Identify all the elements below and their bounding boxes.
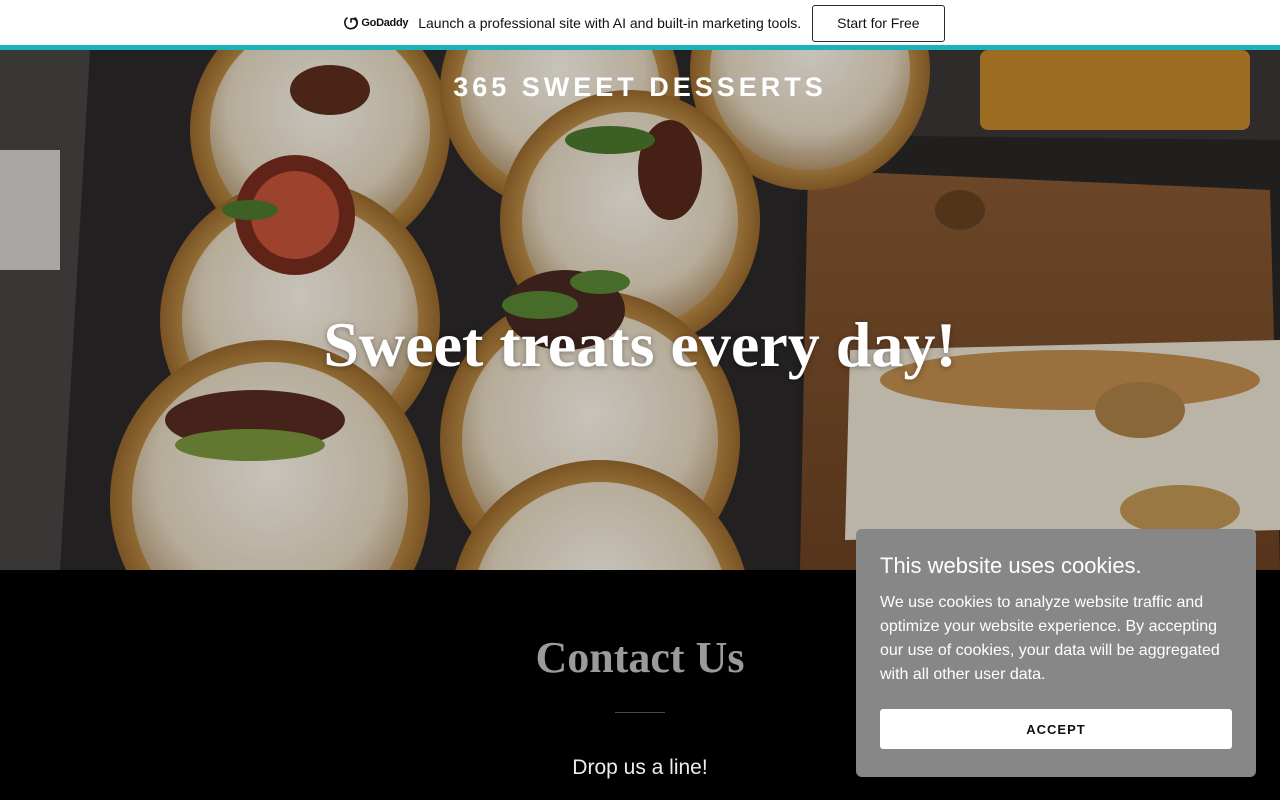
godaddy-logo[interactable]: GoDaddy [343,15,409,31]
contact-divider [615,712,665,713]
site-title[interactable]: 365 SWEET DESSERTS [0,72,1280,103]
godaddy-icon [344,17,359,30]
accept-cookies-button[interactable]: ACCEPT [880,709,1232,749]
start-for-free-button[interactable]: Start for Free [812,4,945,42]
godaddy-wordmark: GoDaddy [361,17,409,29]
cookie-banner-title: This website uses cookies. [880,553,1142,578]
promo-bar: GoDaddy Launch a professional site with … [0,0,1280,46]
hero-section: 365 SWEET DESSERTS Sweet treats every da… [0,50,1280,570]
hero-tagline: Sweet treats every day! [323,309,957,380]
cookie-banner: This website uses cookies. We use cookie… [856,529,1256,777]
promo-message: Launch a professional site with AI and b… [418,15,802,31]
cookie-banner-body: We use cookies to analyze website traffi… [880,594,1220,683]
